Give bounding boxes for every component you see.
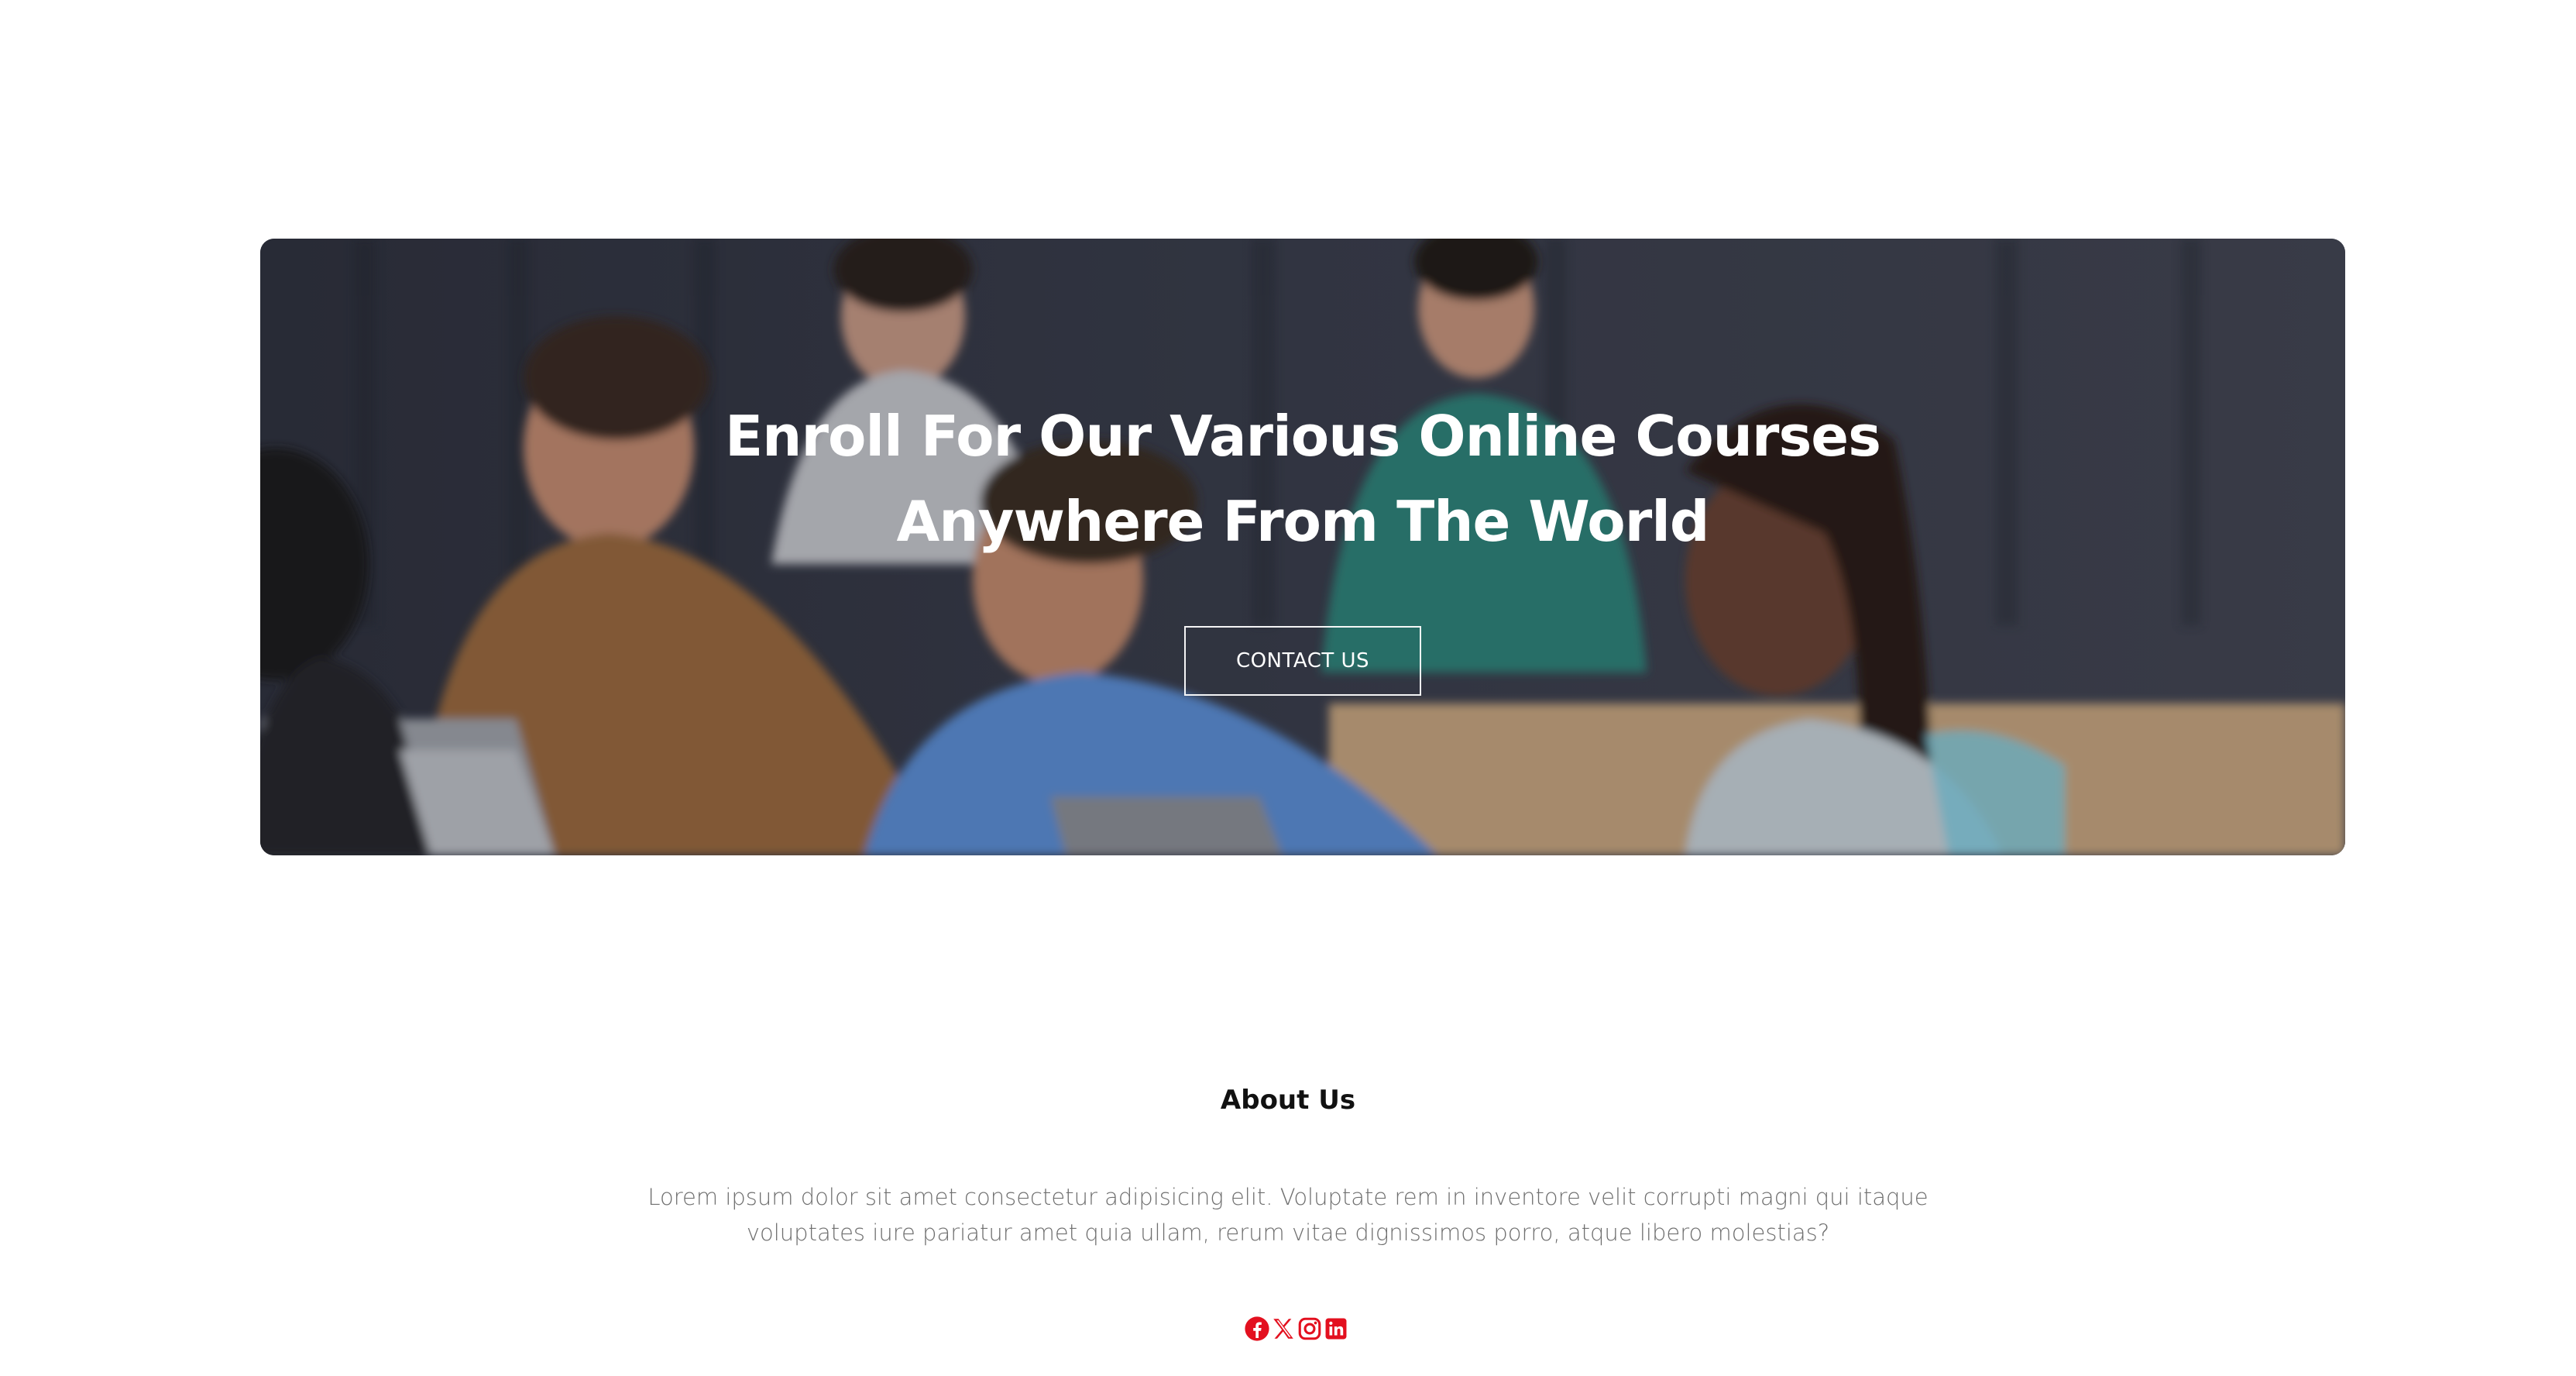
hero-title-line-2: Anywhere From The World — [896, 489, 1710, 554]
linkedin-icon[interactable] — [1323, 1316, 1349, 1342]
about-title: About Us — [1220, 1085, 1356, 1116]
facebook-icon[interactable] — [1244, 1316, 1270, 1342]
about-text: Lorem ipsum dolor sit amet consectetur a… — [647, 1184, 1929, 1246]
hero-banner: Enroll For Our Various Online Courses An… — [260, 239, 2345, 855]
x-twitter-icon[interactable] — [1270, 1316, 1297, 1342]
hero-title: Enroll For Our Various Online Courses An… — [260, 394, 2345, 564]
instagram-icon[interactable] — [1297, 1316, 1323, 1342]
page: Enroll For Our Various Online Courses An… — [0, 0, 2576, 1376]
contact-us-button[interactable]: CONTACT US — [1184, 626, 1421, 696]
hero-title-line-1: Enroll For Our Various Online Courses — [725, 404, 1881, 469]
social-links — [1244, 1314, 1347, 1343]
hero-content: Enroll For Our Various Online Courses An… — [260, 239, 2345, 855]
